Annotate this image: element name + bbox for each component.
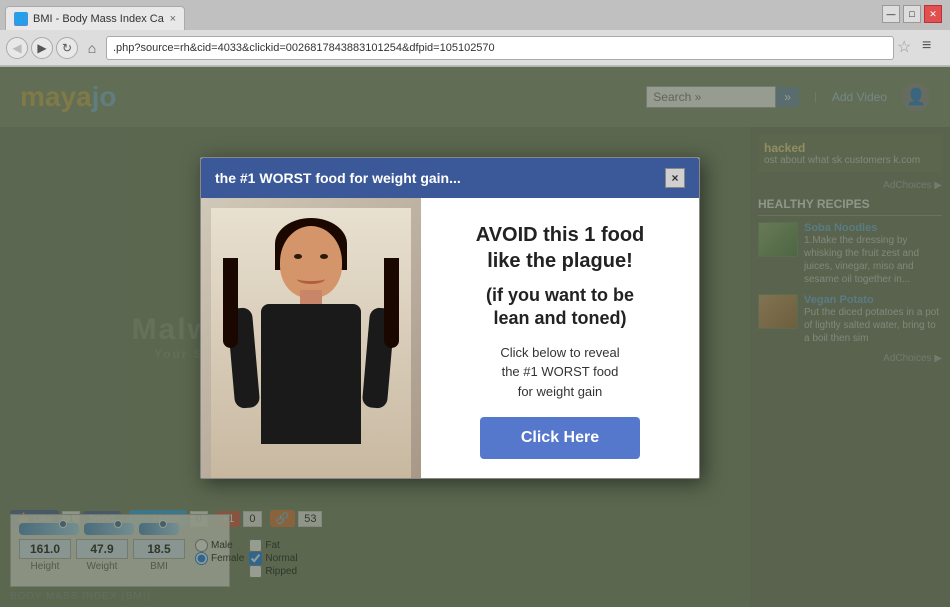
popup-body: AVOID this 1 food like the plague! (if y… — [201, 198, 699, 478]
window-controls: — □ ✕ — [871, 0, 950, 28]
left-eye — [294, 254, 302, 259]
hair-left — [223, 258, 238, 348]
smile — [297, 274, 325, 284]
hair-right — [384, 258, 399, 348]
browser-tab[interactable]: 🌐 BMI - Body Mass Index Ca × — [5, 6, 185, 30]
page-background: mayajo » | Add Video 👤 Malware Tips Your… — [0, 67, 950, 607]
popup-dialog: the #1 WORST food for weight gain... × — [200, 157, 700, 479]
tab-favicon-icon: 🌐 — [14, 12, 28, 26]
tab-bar: 🌐 BMI - Body Mass Index Ca × — □ ✕ — [0, 0, 950, 30]
click-below-text: Click below to reveal the #1 WORST food … — [500, 343, 619, 402]
forward-button[interactable]: ▶ — [31, 37, 53, 59]
home-button[interactable]: ⌂ — [81, 37, 103, 59]
tab-label: BMI - Body Mass Index Ca — [33, 13, 165, 25]
minimize-button[interactable]: — — [882, 5, 900, 23]
right-eye — [320, 254, 328, 259]
body-top — [261, 304, 361, 444]
click-here-button[interactable]: Click Here — [480, 417, 640, 459]
bookmark-button[interactable]: ☆ — [897, 37, 919, 59]
back-button[interactable]: ◀ — [6, 37, 28, 59]
popup-close-button[interactable]: × — [665, 168, 685, 188]
address-text: .php?source=rh&cid=4033&clickid=00268178… — [113, 42, 495, 54]
browser-menu-button[interactable]: ≡ — [922, 37, 944, 59]
address-bar[interactable]: .php?source=rh&cid=4033&clickid=00268178… — [106, 36, 894, 60]
avoid-text: AVOID this 1 food like the plague! — [476, 222, 645, 274]
popup-header-title: the #1 WORST food for weight gain... — [215, 170, 461, 186]
lean-text: (if you want to be lean and toned) — [486, 284, 634, 331]
refresh-button[interactable]: ↻ — [56, 37, 78, 59]
popup-image — [201, 198, 421, 478]
person-figure — [211, 208, 411, 478]
face — [280, 226, 342, 298]
tab-close-button[interactable]: × — [170, 13, 176, 25]
nav-bar: ◀ ▶ ↻ ⌂ .php?source=rh&cid=4033&clickid=… — [0, 30, 950, 66]
browser-chrome: 🌐 BMI - Body Mass Index Ca × — □ ✕ ◀ ▶ ↻… — [0, 0, 950, 67]
maximize-button[interactable]: □ — [903, 5, 921, 23]
close-button[interactable]: ✕ — [924, 5, 942, 23]
popup-text-area: AVOID this 1 food like the plague! (if y… — [421, 198, 699, 478]
popup-header: the #1 WORST food for weight gain... × — [201, 158, 699, 198]
